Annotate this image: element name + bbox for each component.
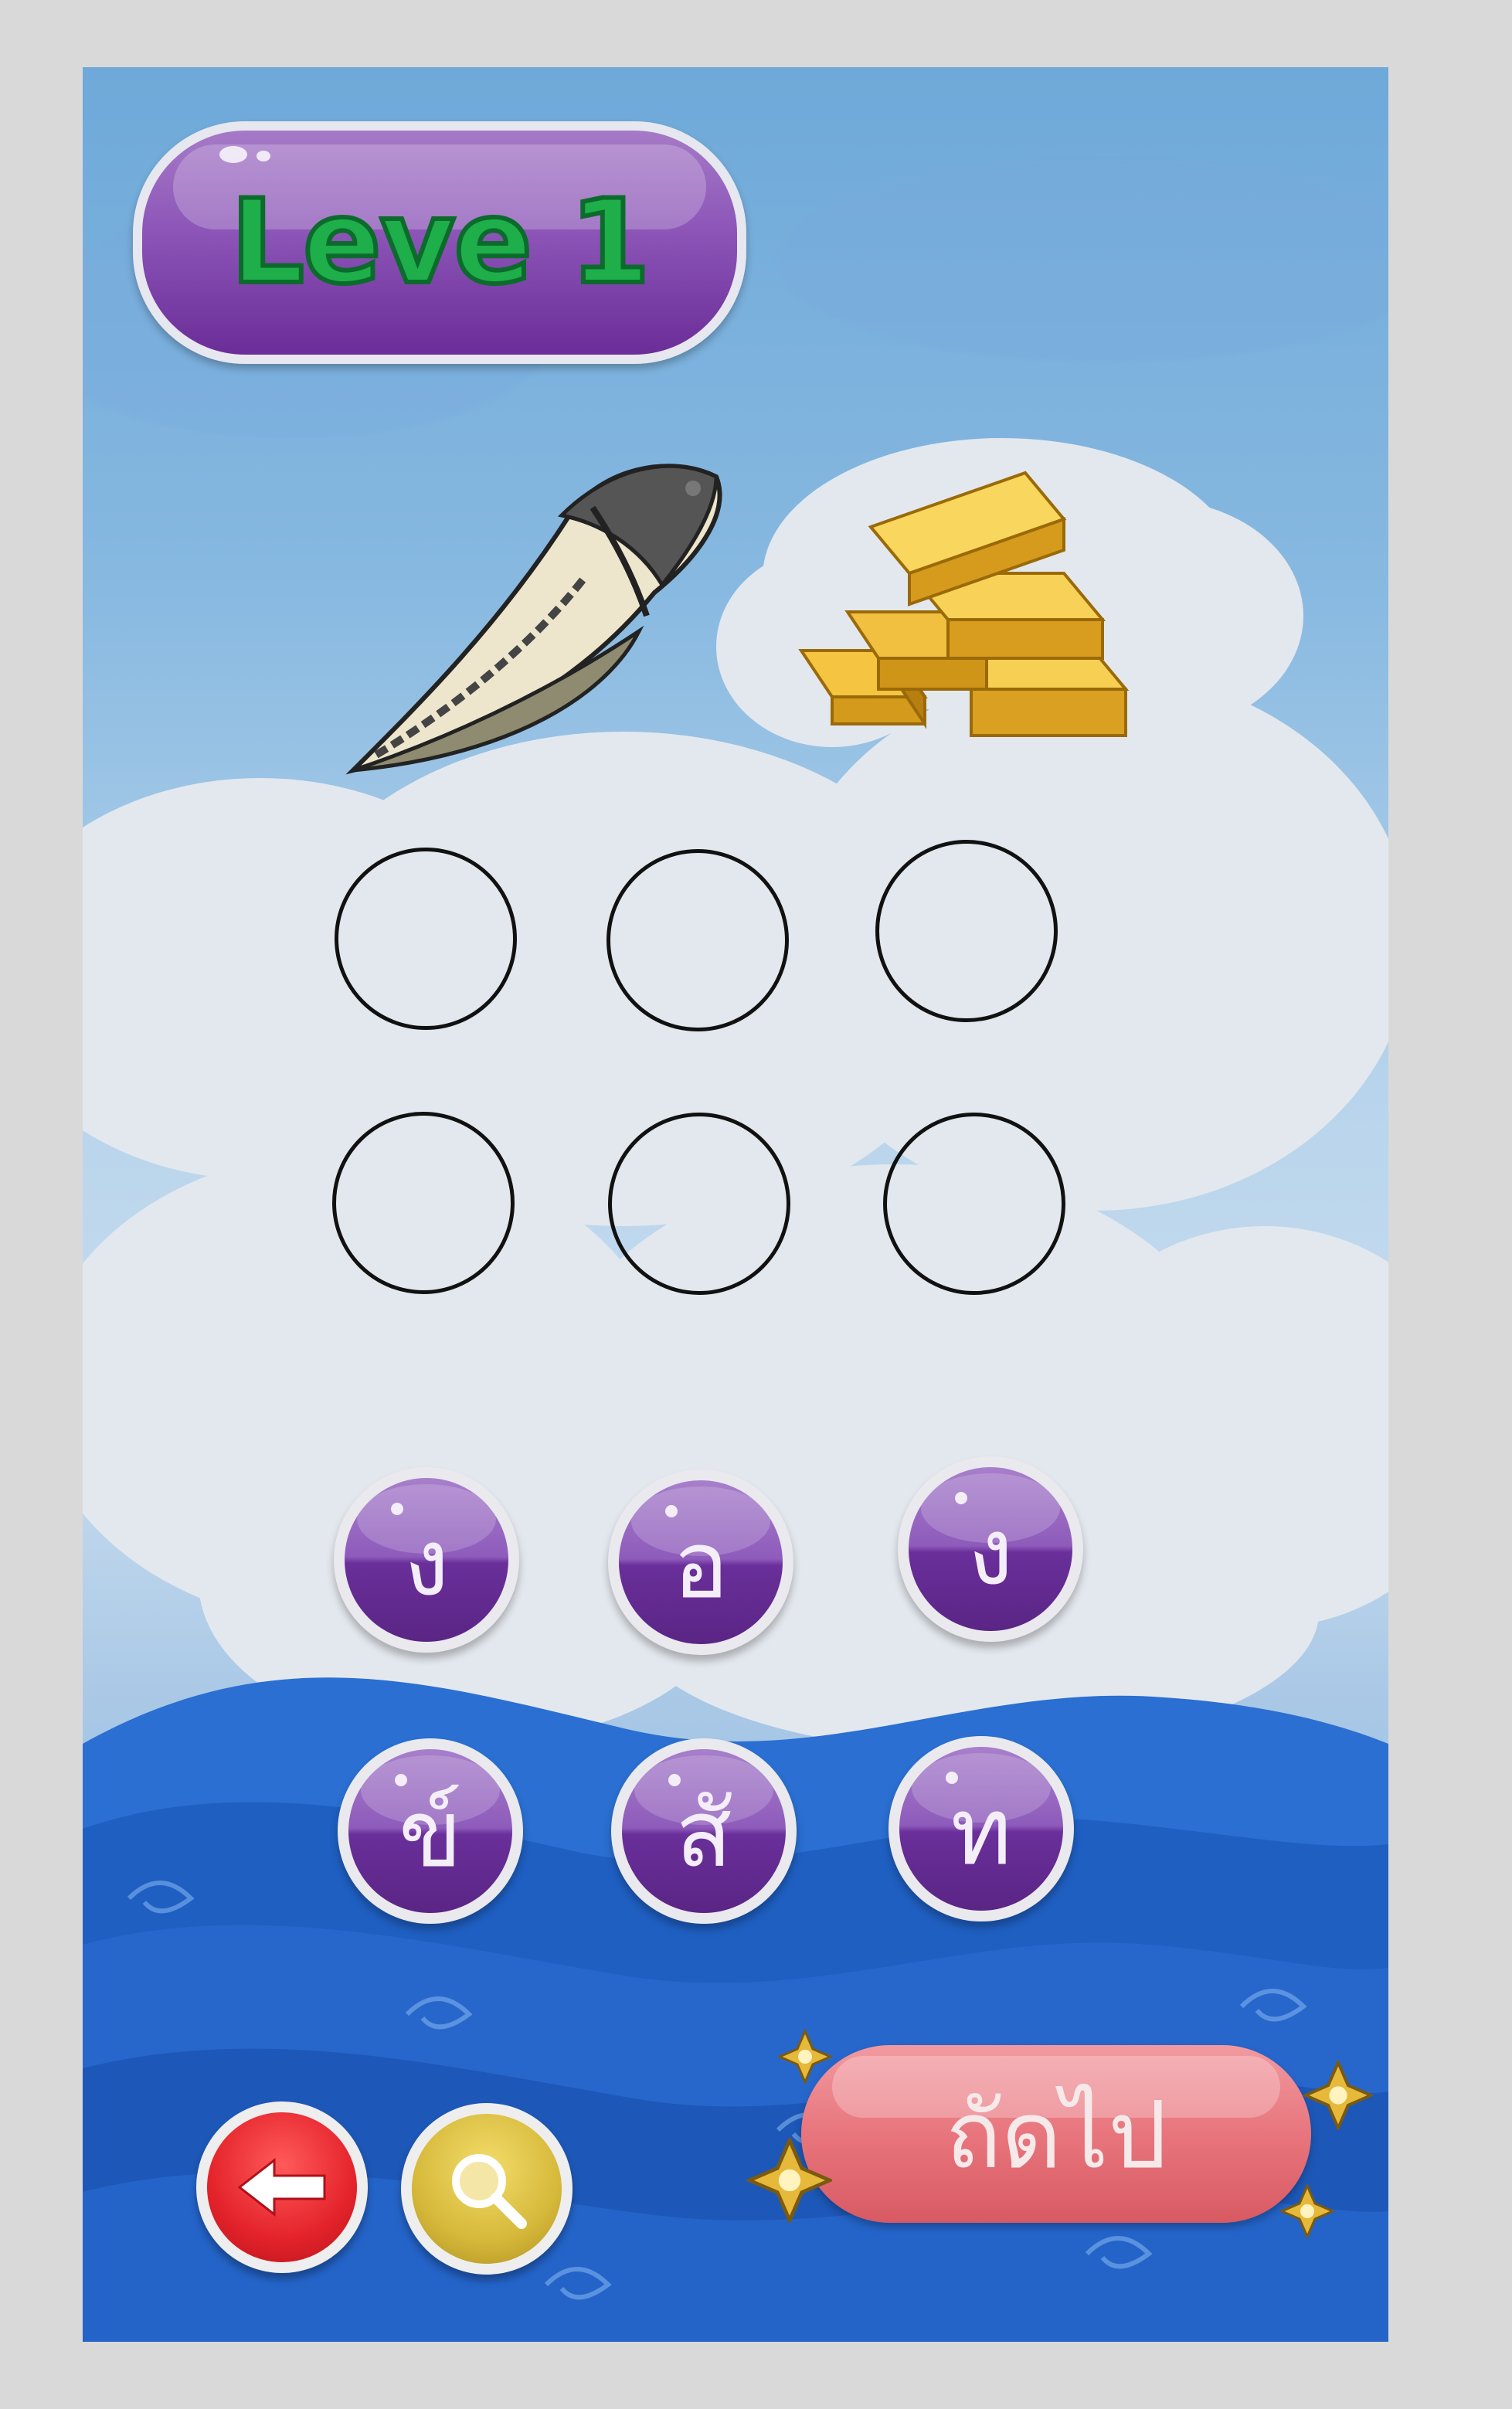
level-badge: Leve 1 xyxy=(133,121,746,364)
back-button[interactable] xyxy=(196,2102,368,2273)
answer-slot[interactable] xyxy=(608,1113,790,1295)
letter-tile-label: สั xyxy=(675,1781,732,1888)
thai-ornament-icon xyxy=(778,2030,832,2084)
letter-tile[interactable]: อ xyxy=(608,1470,793,1655)
letter-tile[interactable]: ง xyxy=(898,1456,1083,1642)
hint-button[interactable] xyxy=(401,2103,573,2275)
letter-tile[interactable]: ข์ xyxy=(338,1738,523,1924)
answer-slot[interactable] xyxy=(883,1113,1065,1295)
arrow-left-icon xyxy=(237,2157,326,2217)
thai-ornament-icon xyxy=(747,2138,832,2223)
conch-shell-icon xyxy=(345,464,722,775)
letter-tile-label: ง xyxy=(967,1499,1014,1606)
sky-texture xyxy=(778,160,1388,361)
answer-slot[interactable] xyxy=(875,840,1058,1022)
answer-slot[interactable] xyxy=(332,1112,515,1294)
letter-tile[interactable]: ง xyxy=(334,1467,519,1653)
next-button-group: ถัดไป xyxy=(747,2030,1373,2261)
next-label: ถัดไป xyxy=(945,2081,1167,2190)
answer-slot[interactable] xyxy=(606,849,789,1031)
gold-bars-icon xyxy=(798,471,1130,737)
letter-tile-label: ข์ xyxy=(398,1781,463,1888)
letter-tile-label: อ xyxy=(672,1512,729,1619)
game-screen: Leve 1 ง อ ง ข์ สั ท ถัดไป xyxy=(83,67,1388,2342)
letter-tile-label: ง xyxy=(403,1510,450,1617)
letter-tile-label: ท xyxy=(950,1779,1012,1886)
letter-tile[interactable]: สั xyxy=(611,1738,797,1924)
thai-ornament-icon xyxy=(1280,2184,1334,2238)
next-button[interactable]: ถัดไป xyxy=(801,2045,1311,2223)
thai-ornament-icon xyxy=(1303,2061,1373,2130)
answer-slot[interactable] xyxy=(335,848,517,1030)
letter-tile[interactable]: ท xyxy=(889,1736,1074,1921)
level-label: Leve 1 xyxy=(228,173,652,312)
magnifier-icon xyxy=(452,2154,527,2229)
